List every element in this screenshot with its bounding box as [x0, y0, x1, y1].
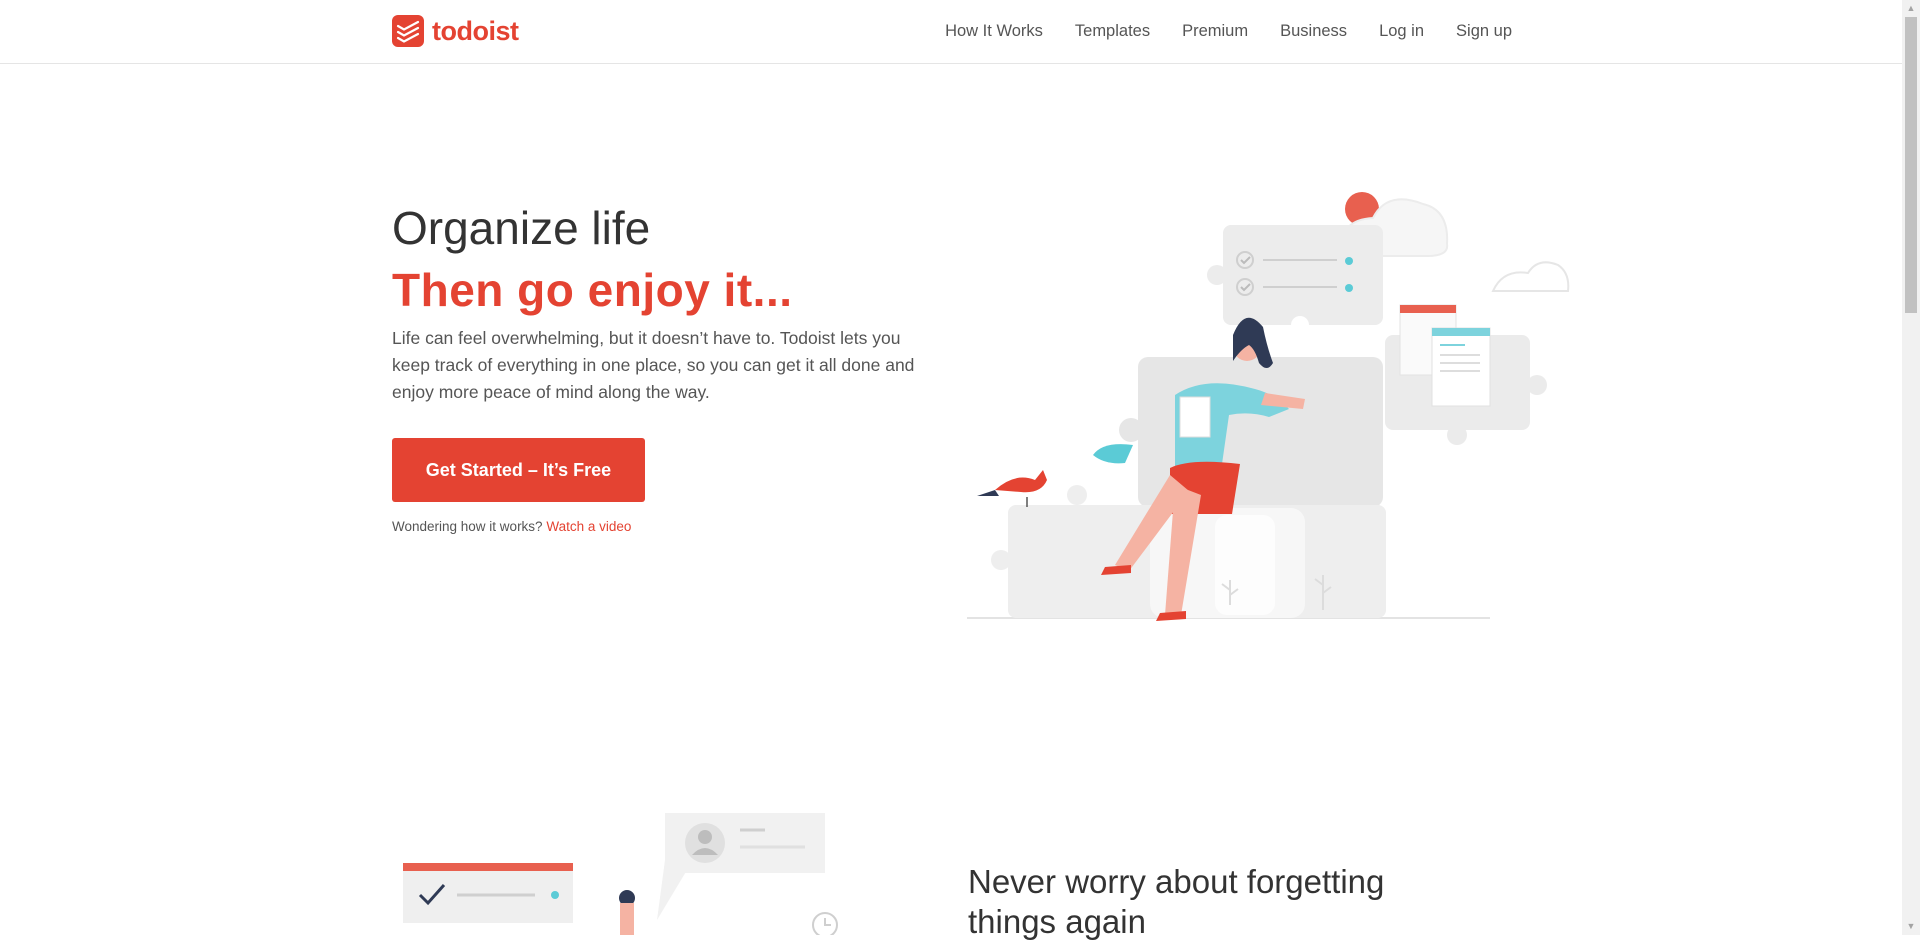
- nav-premium[interactable]: Premium: [1182, 22, 1248, 41]
- video-prompt: Wondering how it works? Watch a video: [392, 519, 631, 534]
- hero-description: Life can feel overwhelming, but it doesn…: [392, 328, 915, 402]
- main-nav: How It Works Templates Premium Business …: [913, 0, 1512, 63]
- scroll-up-arrow-icon[interactable]: ▲: [1902, 0, 1920, 17]
- todoist-logo[interactable]: todoist: [392, 15, 519, 47]
- hero-title: Organize life: [392, 202, 651, 254]
- site-header: todoist How It Works Templates Premium B…: [0, 0, 1902, 64]
- nav-business[interactable]: Business: [1280, 22, 1347, 41]
- nav-log-in[interactable]: Log in: [1379, 22, 1424, 41]
- nav-templates[interactable]: Templates: [1075, 22, 1150, 41]
- hero-illustration: [967, 192, 1570, 621]
- section-title: Never worry about forgetting things agai…: [968, 863, 1385, 940]
- get-started-button[interactable]: Get Started – It’s Free: [392, 438, 645, 502]
- nav-how-it-works[interactable]: How It Works: [945, 22, 1043, 41]
- hero-subtitle: Then go enjoy it...: [392, 264, 793, 316]
- logo-wordmark: todoist: [432, 16, 519, 46]
- scroll-down-arrow-icon[interactable]: ▼: [1902, 918, 1920, 935]
- todoist-logo-icon: [392, 15, 424, 47]
- nav-sign-up[interactable]: Sign up: [1456, 22, 1512, 41]
- page-scrollbar[interactable]: ▲ ▼: [1902, 0, 1920, 935]
- watch-video-link[interactable]: Watch a video: [546, 519, 631, 534]
- scrollbar-thumb[interactable]: [1905, 17, 1917, 313]
- video-prompt-text: Wondering how it works?: [392, 519, 543, 534]
- reminders-illustration: [403, 813, 838, 935]
